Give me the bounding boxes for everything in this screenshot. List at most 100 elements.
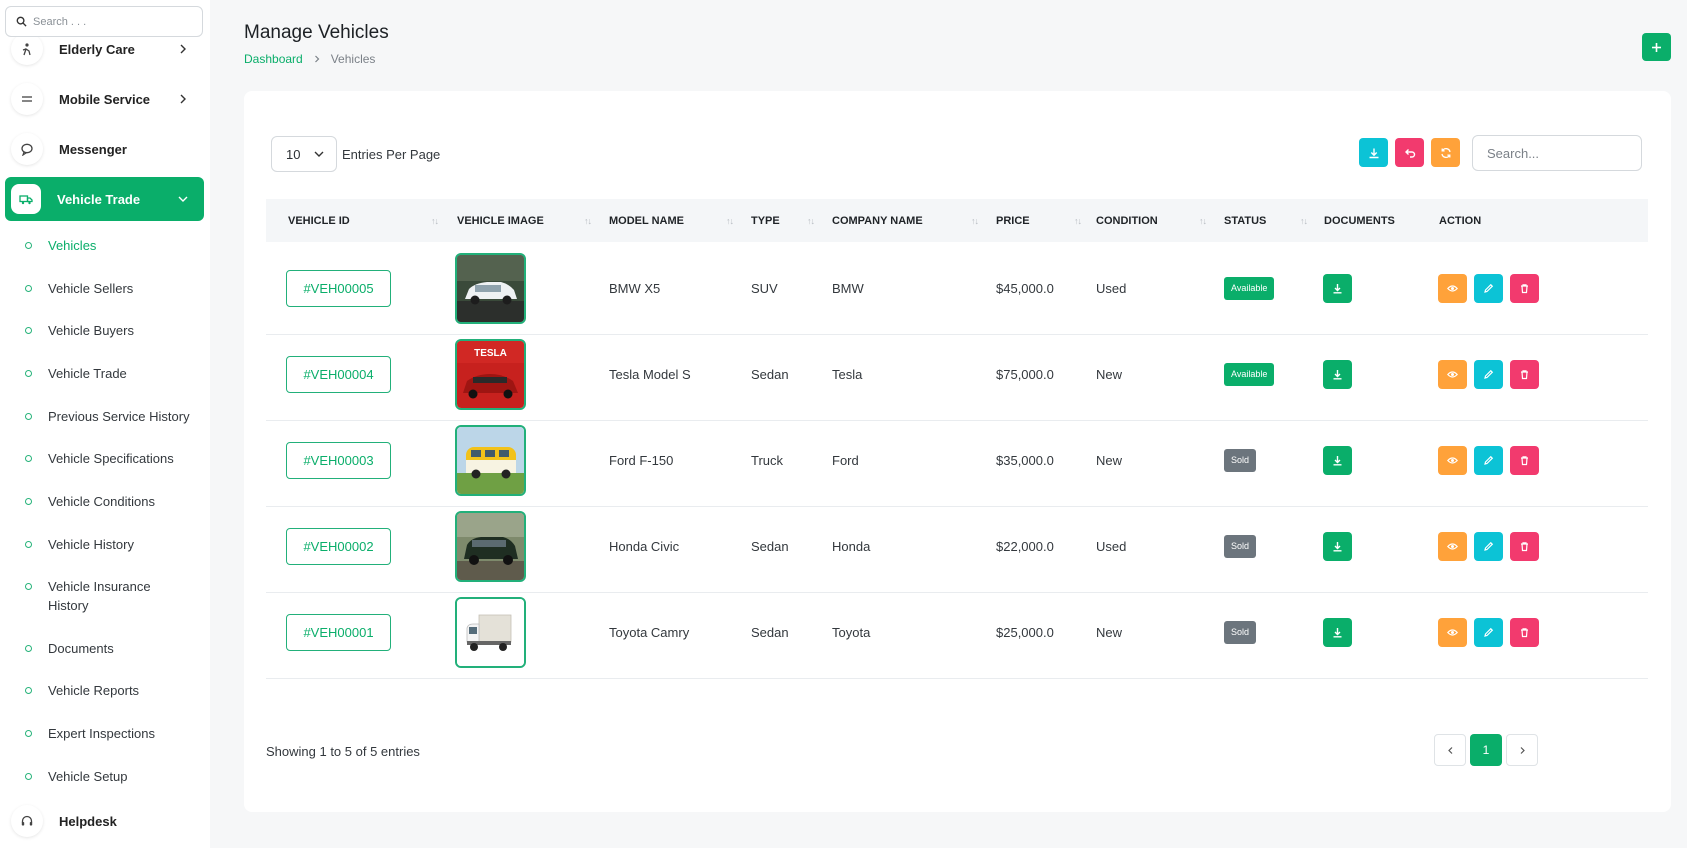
column-label: Model Name [609,214,684,227]
submenu-item-vehicle-reports[interactable]: Vehicle Reports [25,683,188,700]
eye-icon [1447,628,1458,636]
bullet-icon [25,583,32,590]
submenu-item-vehicle-specifications[interactable]: Vehicle Specifications [25,451,210,468]
cell-type: SUV [751,280,778,296]
edit-button[interactable] [1474,359,1503,389]
view-button[interactable] [1438,359,1467,389]
download-document-button[interactable] [1323,359,1352,389]
cell-vehicle-image [455,414,526,506]
vehicle-id-link[interactable]: #VEH00002 [286,527,391,565]
download-document-button[interactable] [1323,531,1352,561]
column-header-vehicle-image[interactable]: Vehicle Image ↑↓ [457,199,592,242]
cell-type: Sedan [751,366,789,382]
cell-company-name: Ford [832,452,859,468]
delete-button[interactable] [1510,531,1539,561]
add-vehicle-button[interactable] [1642,33,1671,61]
chevron-right-icon [180,44,186,54]
vehicle-id-link[interactable]: #VEH00001 [286,613,391,651]
sidebar-item-messenger[interactable]: Messenger [5,127,204,171]
edit-button[interactable] [1474,617,1503,647]
view-button[interactable] [1438,273,1467,303]
cell-type: Sedan [751,538,789,554]
submenu-item-vehicle-setup[interactable]: Vehicle Setup [25,769,188,786]
pagination-next-button[interactable] [1506,734,1538,766]
pagination-prev-button[interactable] [1434,734,1466,766]
vehicle-thumbnail[interactable] [455,252,526,324]
sidebar-item-helpdesk[interactable]: Helpdesk [5,799,204,843]
submenu-item-vehicle-trade[interactable]: Vehicle Trade [25,366,188,383]
sidebar-item-vehicle-trade[interactable]: Vehicle Trade [5,177,204,221]
status-badge: Available [1224,276,1275,300]
submenu-item-expert-inspections[interactable]: Expert Inspections [25,726,188,743]
download-document-button[interactable] [1323,273,1352,303]
delete-button[interactable] [1510,617,1539,647]
sort-icon: ↑↓ [1199,215,1207,226]
edit-button[interactable] [1474,273,1503,303]
column-header-type[interactable]: Type ↑↓ [751,199,815,242]
submenu-item-vehicle-buyers[interactable]: Vehicle Buyers [25,323,188,340]
cell-vehicle-id: #VEH00002 [286,500,391,592]
column-header-price[interactable]: Price ↑↓ [996,199,1082,242]
submenu-item-vehicle-insurance-history[interactable]: Vehicle Insurance History [25,579,168,615]
bullet-icon [25,413,32,420]
vehicle-thumbnail[interactable] [455,596,526,668]
sidebar-item-mobile-service[interactable]: Mobile Service [5,77,204,121]
view-button[interactable] [1438,617,1467,647]
vehicle-thumbnail[interactable] [455,510,526,582]
column-header-documents: Documents [1324,199,1395,242]
vehicle-id-link[interactable]: #VEH00003 [286,441,391,479]
undo-button[interactable] [1395,138,1424,167]
vehicle-thumbnail[interactable] [455,424,526,496]
cell-actions [1438,414,1546,506]
sidebar-search-input[interactable] [33,15,183,28]
submenu-item-vehicle-history[interactable]: Vehicle History [25,537,188,554]
cell-condition: New [1096,624,1123,640]
cell-documents [1323,242,1352,334]
cell-status: Available [1224,328,1275,420]
page-title: Manage Vehicles [244,22,389,43]
submenu-item-vehicle-sellers[interactable]: Vehicle Sellers [25,281,188,298]
download-document-button[interactable] [1323,617,1352,647]
vehicle-id-link[interactable]: #VEH00004 [286,355,391,393]
cell-status: Sold [1224,500,1257,592]
vehicle-id-link[interactable]: #VEH00005 [286,269,391,307]
vehicles-card: 10 Entries Per Page Vehicle ID ↑↓ Vehicle… [244,91,1671,812]
column-header-condition[interactable]: Condition ↑↓ [1096,199,1207,242]
view-button[interactable] [1438,445,1467,475]
sidebar-search[interactable] [5,6,203,37]
cell-company-name: Toyota [832,624,871,640]
submenu-item-vehicles[interactable]: Vehicles [25,238,188,255]
download-icon [1333,369,1342,379]
submenu-item-previous-service-history[interactable]: Previous Service History [25,409,210,426]
cell-model-name: Honda Civic [609,538,680,554]
cell-vehicle-image [455,242,526,334]
download-document-button[interactable] [1323,445,1352,475]
submenu-item-documents[interactable]: Documents [25,641,188,658]
table-header: Vehicle ID ↑↓ Vehicle Image ↑↓ Model Name ↑… [266,199,1648,242]
refresh-button[interactable] [1431,138,1460,167]
column-header-model-name[interactable]: Model Name ↑↓ [609,199,734,242]
column-header-vehicle-id[interactable]: Vehicle ID ↑↓ [288,199,439,242]
column-header-company-name[interactable]: Company Name ↑↓ [832,199,979,242]
edit-button[interactable] [1474,531,1503,561]
entries-select[interactable]: 10 [271,136,337,172]
edit-button[interactable] [1474,445,1503,475]
export-button[interactable] [1359,138,1388,167]
pagination-page-button[interactable]: 1 [1470,734,1502,766]
chevron-right-icon [314,55,320,63]
view-button[interactable] [1438,531,1467,561]
bullet-icon [25,327,32,334]
delete-button[interactable] [1510,445,1539,475]
sort-icon: ↑↓ [431,215,439,226]
table-search-input[interactable] [1472,135,1642,171]
download-icon [1333,541,1342,551]
submenu-item-vehicle-conditions[interactable]: Vehicle Conditions [25,494,210,511]
column-label: Vehicle ID [288,214,350,227]
vehicle-thumbnail[interactable]: TESLA [455,338,526,410]
cell-actions [1438,586,1546,678]
column-header-status[interactable]: Status ↑↓ [1224,199,1308,242]
breadcrumb-dashboard-link[interactable]: Dashboard [244,52,303,66]
delete-button[interactable] [1510,359,1539,389]
delete-button[interactable] [1510,273,1539,303]
cell-vehicle-id: #VEH00001 [286,586,391,678]
